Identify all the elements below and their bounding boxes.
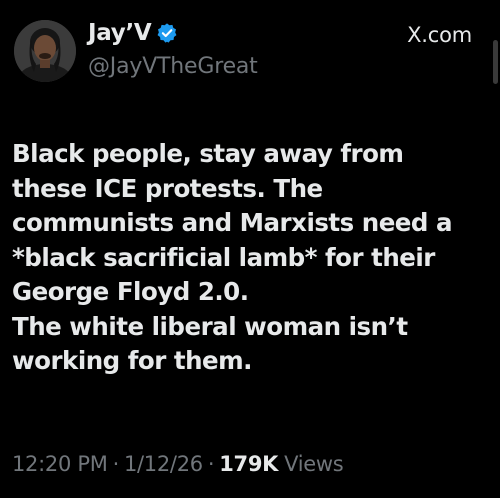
tweet-line: The white liberal woman isn’t (12, 311, 408, 341)
tweet-line: communists and Marxists need a (12, 208, 453, 237)
scrollbar[interactable] (493, 40, 498, 84)
verified-badge-icon (156, 22, 178, 44)
tweet-metadata: 12:20 PM · 1/12/26 · 179K Views (12, 452, 344, 476)
brand-x-com[interactable]: X.com (407, 20, 472, 50)
author-handle[interactable]: @JayVTheGreat (88, 54, 258, 79)
meta-separator: · (112, 452, 120, 476)
author-name-row: Jay’V (88, 17, 178, 49)
tweet-line: *black sacrificial lamb* for their (12, 242, 435, 272)
avatar[interactable] (14, 20, 76, 82)
tweet-line: working for them. (12, 346, 252, 375)
tweet-line: these ICE protests. The (12, 173, 323, 203)
tweet-line: George Floyd 2.0. (12, 277, 249, 306)
profile-photo-icon (14, 20, 76, 82)
view-count: 179K (219, 452, 279, 476)
tweet-card: Jay’V @JayVTheGreat X.com Black people, … (0, 0, 500, 498)
tweet-line: Black people, stay away from (12, 139, 404, 168)
timestamp-time[interactable]: 12:20 PM (12, 452, 108, 476)
meta-separator: · (207, 452, 215, 476)
views-label: Views (284, 452, 344, 476)
tweet-text: Black people, stay away from these ICE p… (12, 137, 492, 379)
display-name[interactable]: Jay’V (88, 20, 152, 46)
timestamp-date[interactable]: 1/12/26 (124, 452, 203, 476)
brand-label: X.com (407, 23, 472, 47)
